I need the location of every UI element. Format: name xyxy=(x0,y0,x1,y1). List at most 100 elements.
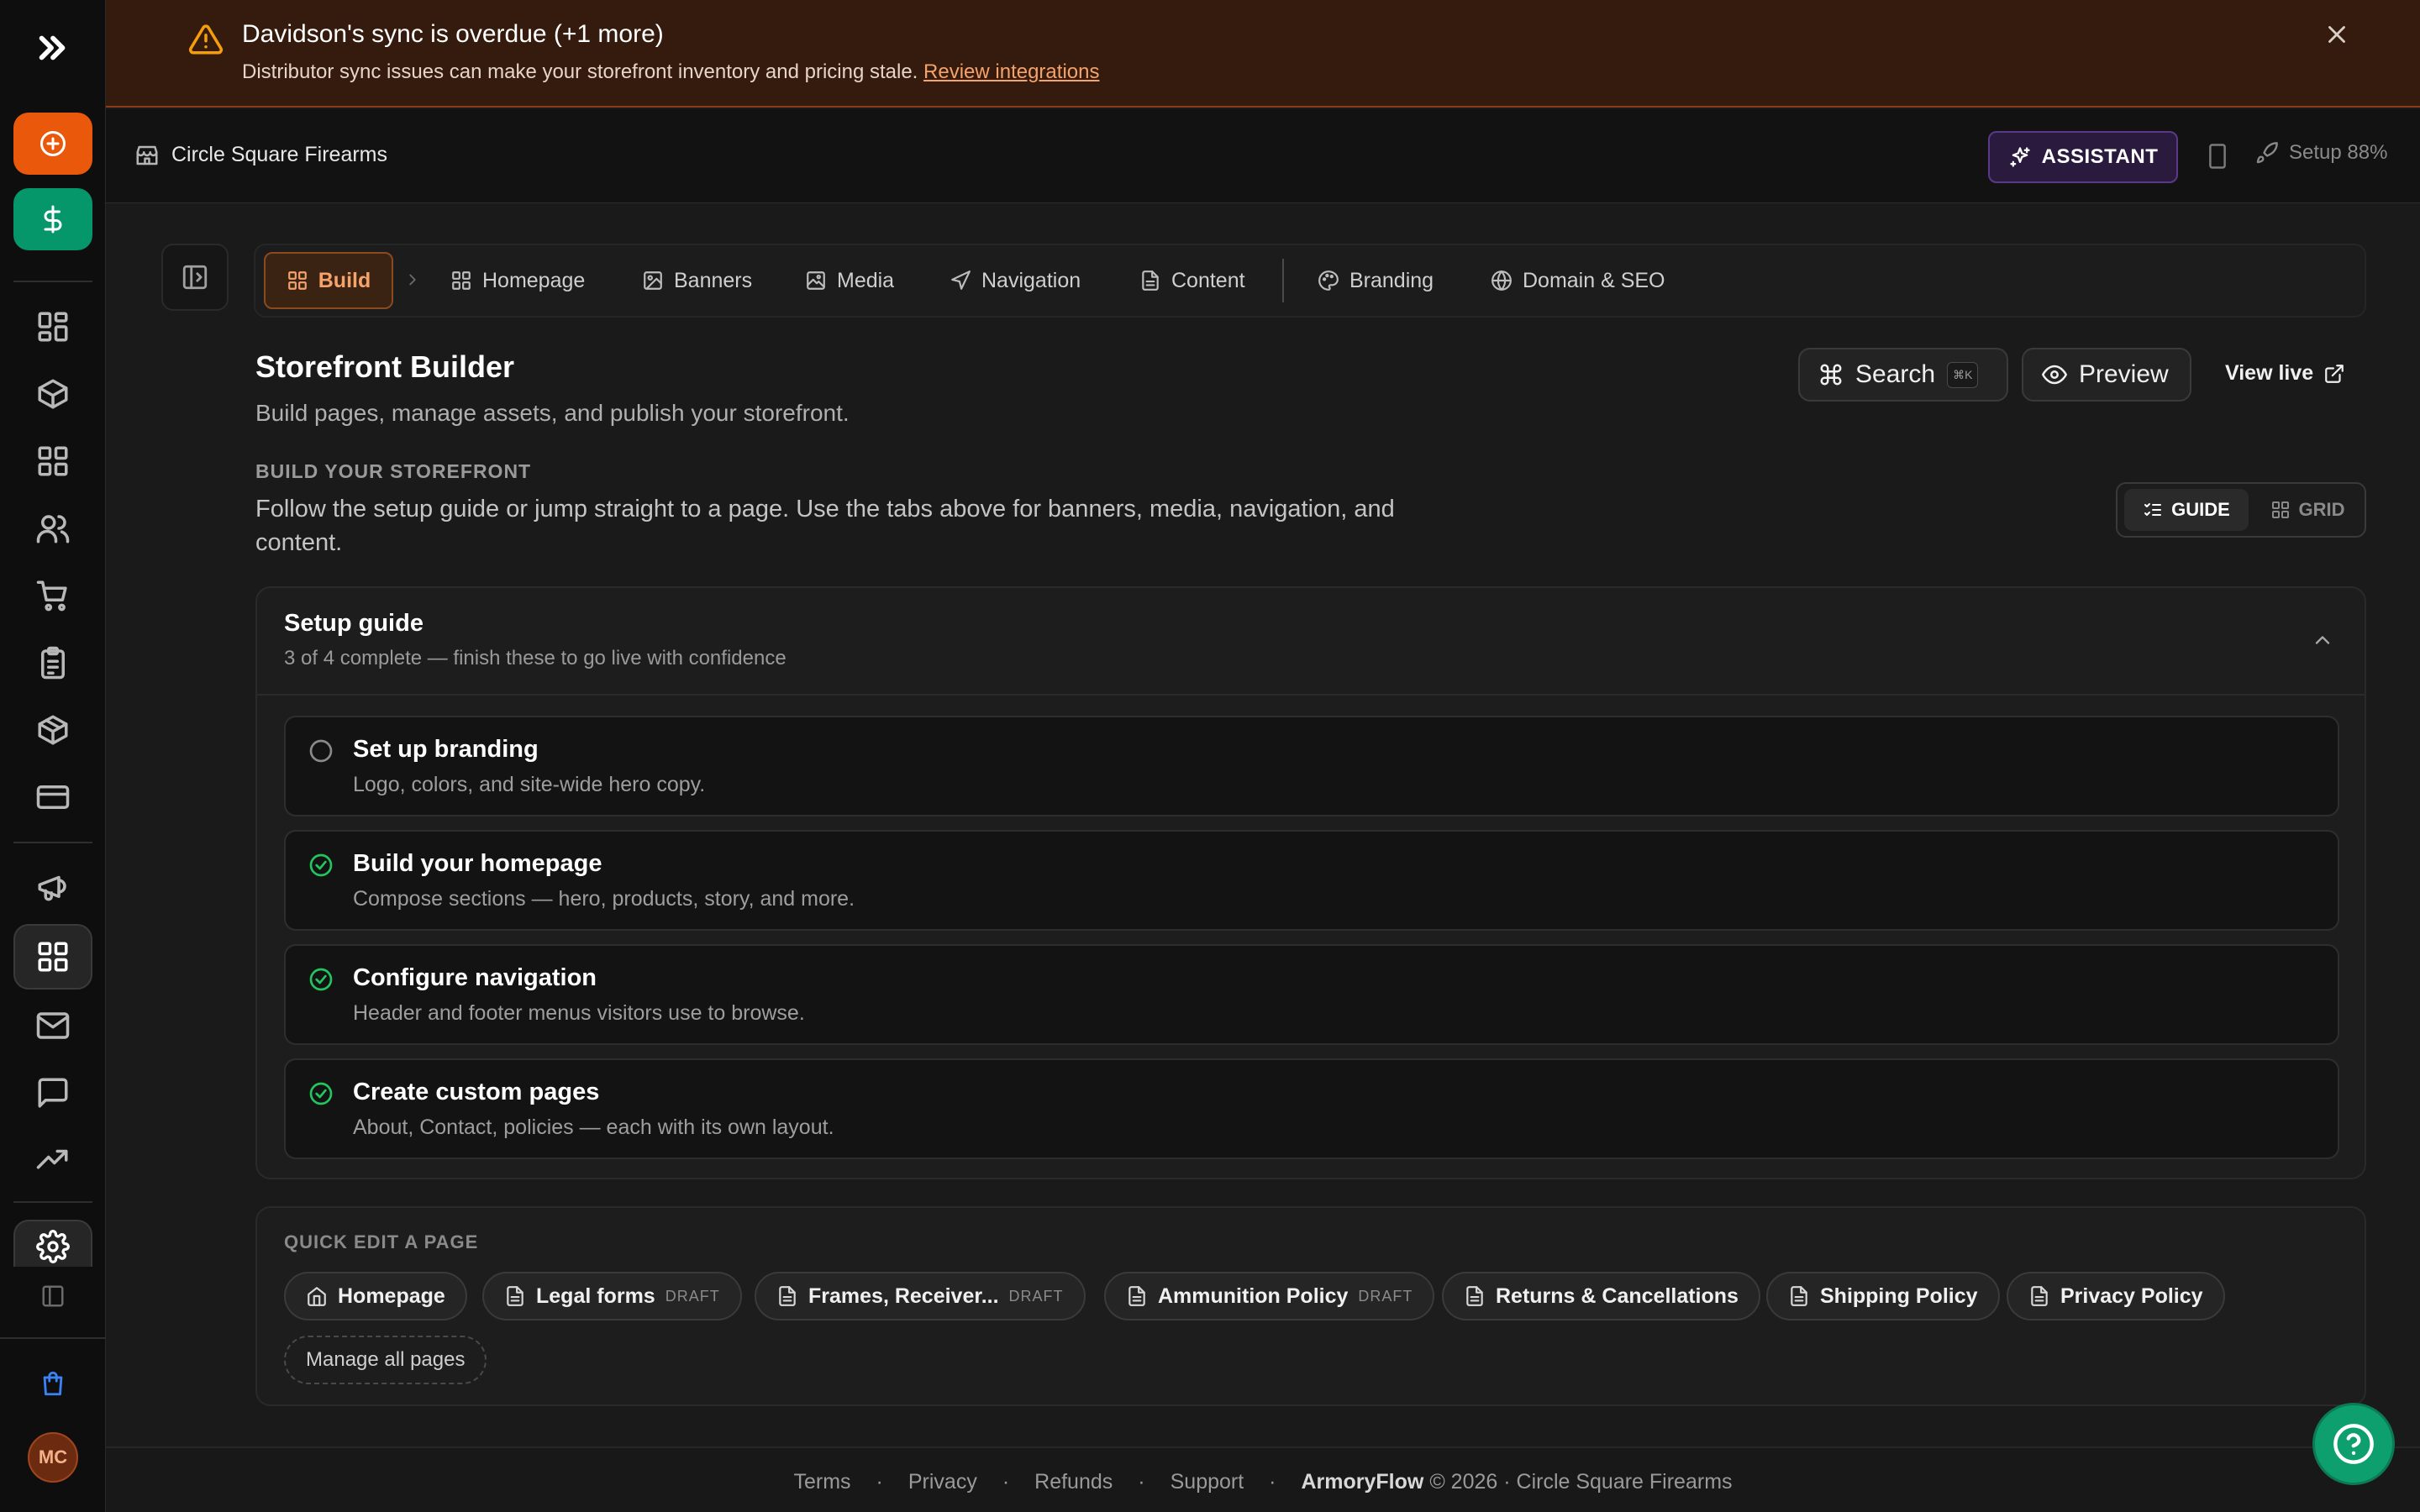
guide-toggle-button[interactable]: GUIDE xyxy=(2124,489,2249,531)
review-integrations-link[interactable]: Review integrations xyxy=(923,60,1099,83)
tab-content[interactable]: Content xyxy=(1139,252,1245,309)
grid-toggle-button[interactable]: GRID xyxy=(2255,489,2360,531)
chevrons-right-icon[interactable] xyxy=(34,29,72,67)
tab-build[interactable]: Build xyxy=(264,252,393,309)
mobile-preview-icon[interactable] xyxy=(2207,143,2228,170)
tab-content-label: Content xyxy=(1171,268,1245,292)
grid-icon xyxy=(287,270,308,291)
tab-divider xyxy=(1282,259,1284,302)
task-description: Header and footer menus visitors use to … xyxy=(353,1001,805,1025)
chat-icon[interactable] xyxy=(35,1075,71,1110)
new-sale-button[interactable] xyxy=(13,188,92,250)
page-chip-label: Frames, Receiver... xyxy=(808,1284,999,1308)
alert-message: Distributor sync issues can make your st… xyxy=(242,60,1099,84)
avatar[interactable]: MC xyxy=(28,1432,78,1483)
manage-all-pages-button[interactable]: Manage all pages xyxy=(284,1336,487,1384)
tab-media[interactable]: Media xyxy=(805,252,894,309)
box-icon[interactable] xyxy=(35,712,71,748)
tab-build-label: Build xyxy=(318,268,371,292)
page-chip-label: Homepage xyxy=(338,1284,445,1308)
shopping-bag-icon[interactable] xyxy=(39,1369,67,1398)
footer-copyright-text: © 2026 · Circle Square Firearms xyxy=(1429,1470,1733,1494)
view-live-link[interactable]: View live xyxy=(2225,361,2345,386)
task-build-homepage[interactable]: Build your homepage Compose sections — h… xyxy=(284,830,2339,931)
page-chip-shipping-policy[interactable]: Shipping Policy xyxy=(1766,1272,2000,1320)
close-icon[interactable] xyxy=(2323,20,2351,49)
tab-homepage-label: Homepage xyxy=(482,268,586,292)
tab-domain-seo[interactable]: Domain & SEO xyxy=(1491,252,1665,309)
document-icon xyxy=(1464,1285,1486,1307)
tab-navigation[interactable]: Navigation xyxy=(950,252,1081,309)
task-set-up-branding[interactable]: Set up branding Logo, colors, and site-w… xyxy=(284,716,2339,816)
quick-add-button[interactable] xyxy=(13,113,92,175)
search-label: Search xyxy=(1855,360,1936,388)
trending-icon[interactable] xyxy=(35,1142,71,1178)
page-chip-homepage[interactable]: Homepage xyxy=(284,1272,467,1320)
grid-icon xyxy=(2270,500,2291,520)
preview-button[interactable]: Preview xyxy=(2022,348,2191,402)
grid-label: GRID xyxy=(2298,499,2345,520)
sparkles-icon xyxy=(2008,145,2032,169)
help-button[interactable] xyxy=(2312,1403,2395,1485)
sidebar-toggle-icon[interactable] xyxy=(40,1284,66,1309)
users-icon[interactable] xyxy=(35,511,71,546)
dashboard-icon[interactable] xyxy=(35,309,71,344)
footer-link-refunds[interactable]: Refunds xyxy=(1034,1470,1113,1494)
view-live-label: View live xyxy=(2225,361,2314,385)
rocket-icon xyxy=(2255,141,2279,165)
page-chip-label: Ammunition Policy xyxy=(1158,1284,1349,1308)
search-button[interactable]: Search ⌘K xyxy=(1798,348,2008,402)
cart-icon[interactable] xyxy=(35,578,71,613)
page-chip-privacy-policy[interactable]: Privacy Policy xyxy=(2007,1272,2225,1320)
alert-banner: Davidson's sync is overdue (+1 more) Dis… xyxy=(106,0,2420,108)
tab-domain-seo-label: Domain & SEO xyxy=(1523,268,1665,292)
section-label: BUILD YOUR STOREFRONT xyxy=(255,460,532,482)
eye-icon xyxy=(2042,362,2067,387)
page-chip-label: Legal forms xyxy=(536,1284,655,1308)
store-name[interactable]: Circle Square Firearms xyxy=(171,143,387,167)
task-configure-navigation[interactable]: Configure navigation Header and footer m… xyxy=(284,944,2339,1045)
card-icon[interactable] xyxy=(35,780,71,815)
top-bar: Circle Square Firearms ASSISTANT Setup 8… xyxy=(106,109,2420,203)
setup-guide-header[interactable]: Setup guide 3 of 4 complete — finish the… xyxy=(257,588,2365,696)
draft-badge: DRAFT xyxy=(665,1287,720,1305)
help-circle-icon xyxy=(2332,1422,2375,1466)
tab-branding[interactable]: Branding xyxy=(1318,252,1434,309)
mail-icon[interactable] xyxy=(35,1008,71,1043)
page-chip-returns-cancellations[interactable]: Returns & Cancellations xyxy=(1442,1272,1760,1320)
settings-button[interactable] xyxy=(13,1220,92,1267)
megaphone-icon[interactable] xyxy=(35,869,71,904)
tab-homepage[interactable]: Homepage xyxy=(450,252,585,309)
sidebar-item-storefront[interactable] xyxy=(13,924,92,990)
panel-toggle-button[interactable] xyxy=(161,244,229,311)
footer: Terms · Privacy · Refunds · Support · Ar… xyxy=(106,1446,2420,1512)
alert-text: Distributor sync issues can make your st… xyxy=(242,60,918,83)
page-chip-frames-receivers[interactable]: Frames, Receiver... DRAFT xyxy=(755,1272,1086,1320)
assistant-button[interactable]: ASSISTANT xyxy=(1988,131,2178,183)
warning-icon xyxy=(188,22,224,57)
footer-separator: · xyxy=(1138,1470,1145,1494)
apps-icon[interactable] xyxy=(35,444,71,479)
footer-link-support[interactable]: Support xyxy=(1171,1470,1244,1494)
footer-link-terms[interactable]: Terms xyxy=(793,1470,850,1494)
document-icon xyxy=(1126,1285,1148,1307)
package-icon[interactable] xyxy=(35,376,71,412)
setup-guide-title: Setup guide xyxy=(284,610,424,637)
clipboard-icon[interactable] xyxy=(35,645,71,680)
sidebar: MC xyxy=(0,0,106,1512)
page-chip-legal-forms[interactable]: Legal forms DRAFT xyxy=(482,1272,742,1320)
setup-progress[interactable]: Setup 88% xyxy=(2255,141,2387,165)
document-icon xyxy=(1139,270,1161,291)
page-chip-ammunition-policy[interactable]: Ammunition Policy DRAFT xyxy=(1104,1272,1435,1320)
chevron-up-icon[interactable] xyxy=(2311,628,2334,652)
tab-media-label: Media xyxy=(837,268,895,292)
draft-badge: DRAFT xyxy=(1358,1287,1413,1305)
view-toggle: GUIDE GRID xyxy=(2116,482,2366,538)
page-chip-label: Privacy Policy xyxy=(2060,1284,2203,1308)
footer-link-privacy[interactable]: Privacy xyxy=(908,1470,977,1494)
tab-banners[interactable]: Banners xyxy=(642,252,752,309)
quick-edit-label: QUICK EDIT A PAGE xyxy=(284,1231,479,1252)
sidebar-divider xyxy=(13,1201,92,1203)
check-circle-icon xyxy=(308,966,334,993)
task-create-custom-pages[interactable]: Create custom pages About, Contact, poli… xyxy=(284,1058,2339,1159)
